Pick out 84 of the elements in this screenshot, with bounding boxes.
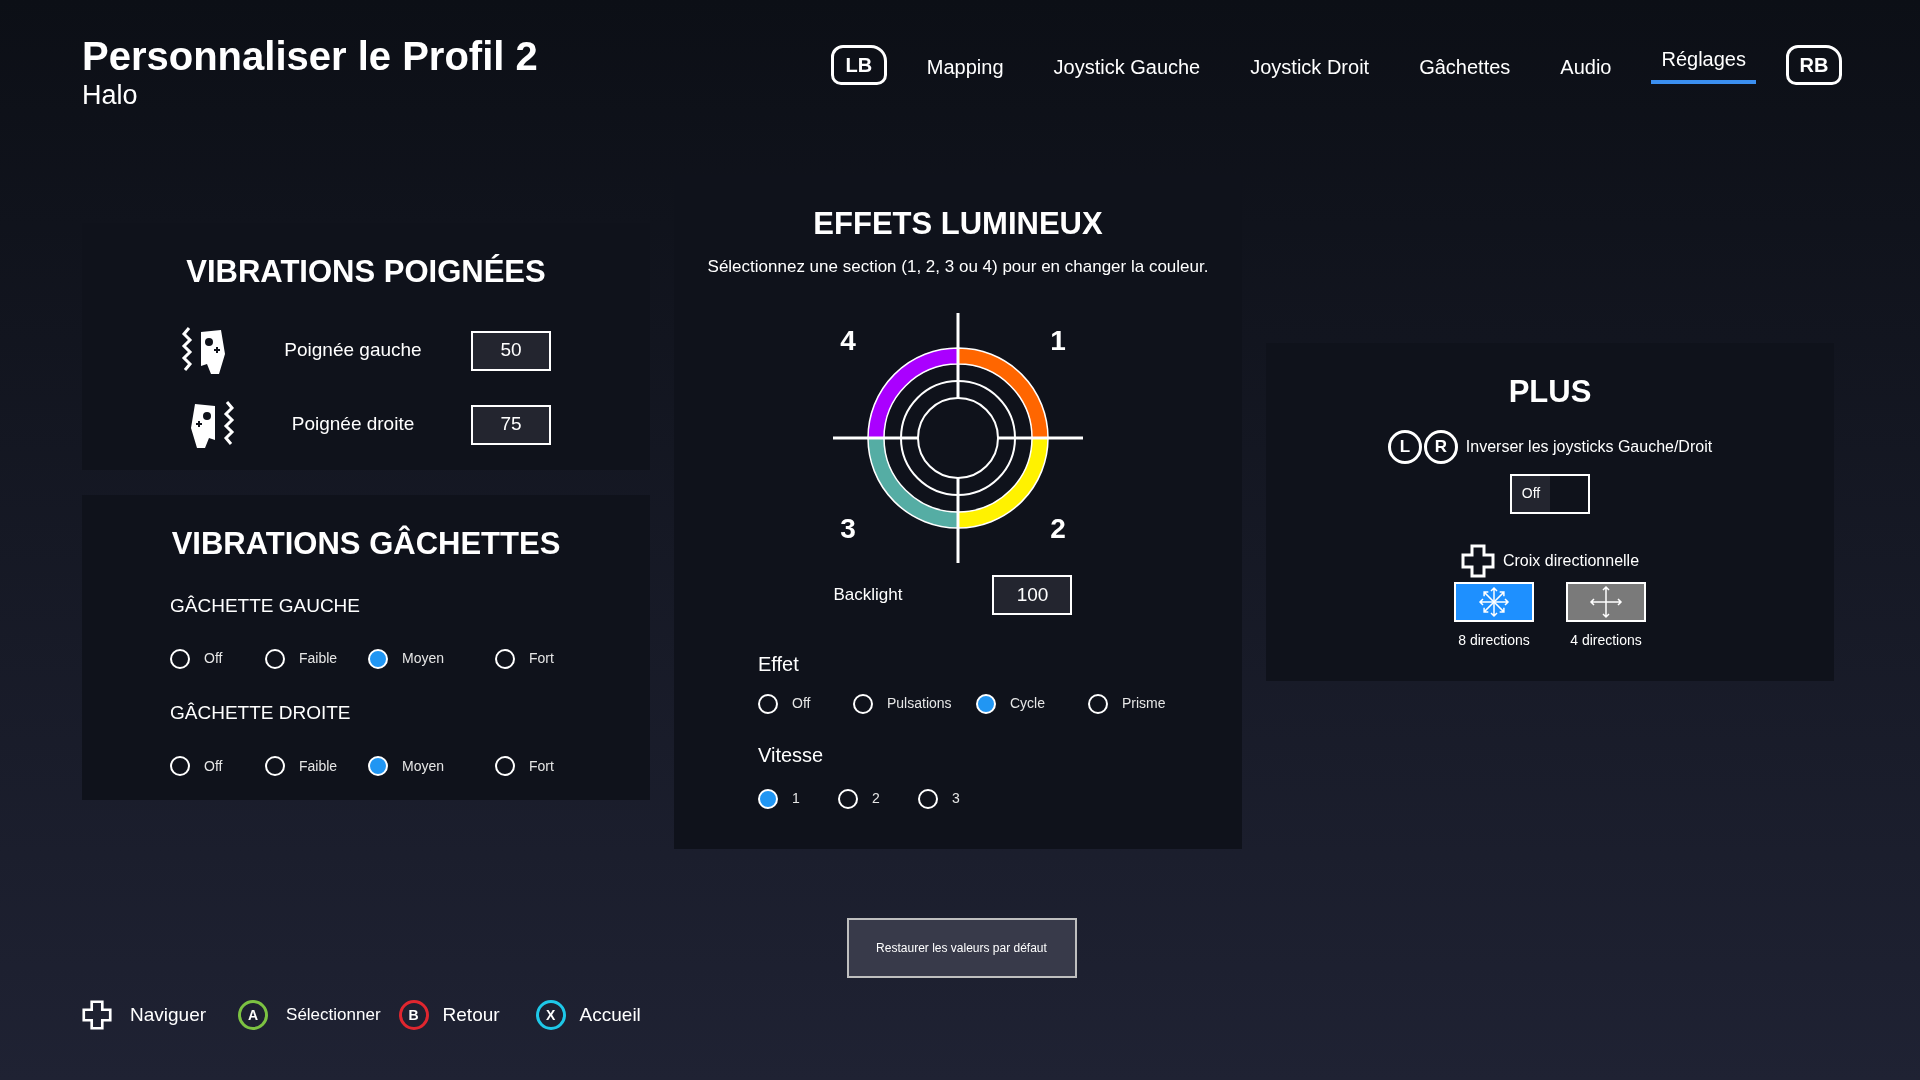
effect-label: Effet: [758, 652, 800, 677]
radio-button[interactable]: [265, 756, 285, 776]
footer-hint: Sélectionner: [286, 1004, 381, 1027]
radio-button[interactable]: [170, 648, 190, 669]
radio-button[interactable]: [495, 756, 515, 776]
toggle-switch[interactable]: Off: [1510, 473, 1590, 514]
radio-button[interactable]: [918, 788, 938, 809]
grip-value-field[interactable]: 50: [471, 330, 551, 371]
nav-tab[interactable]: Joystick Gauche: [1043, 48, 1211, 82]
bumper-icon[interactable]: LB: [830, 45, 887, 85]
panel-title: EFFETS LUMINEUX: [813, 205, 1103, 243]
light-section[interactable]: [867, 347, 959, 439]
radio-label: Off: [792, 694, 811, 713]
radio-button[interactable]: [853, 693, 873, 714]
light-section[interactable]: [957, 437, 1049, 529]
nav-tab[interactable]: Audio: [1550, 48, 1622, 82]
eight-direction-arrows-icon: [1477, 584, 1511, 619]
radio-label: Faible: [299, 649, 338, 668]
backlight-value-field[interactable]: 100: [992, 575, 1073, 615]
radio-label: Moyen: [402, 756, 445, 776]
dpad-icon: [1460, 543, 1495, 578]
section-number: 4: [840, 325, 856, 356]
panel-title: VIBRATIONS GÂCHETTES: [170, 524, 562, 563]
radio-label: Cycle: [1010, 694, 1045, 713]
footer-hint: Naviguer: [130, 1002, 207, 1027]
panel-title: PLUS: [1508, 373, 1592, 411]
light-hint: Sélectionnez une section (1, 2, 3 ou 4) pour en changer la couleur.: [707, 255, 1209, 278]
restore-defaults-button[interactable]: Restaurer les valeurs par défaut: [846, 918, 1077, 978]
grip-value-field[interactable]: 75: [471, 404, 551, 445]
radio-label: Fort: [529, 649, 554, 668]
controller-button-icon: A: [238, 1000, 269, 1030]
footer-hint: Retour: [442, 1002, 500, 1027]
speed-label: Vitesse: [758, 743, 825, 768]
dpad-mode-label: 4 directions: [1570, 630, 1642, 650]
radio-button[interactable]: [1088, 693, 1108, 714]
radio-button[interactable]: [495, 648, 515, 669]
dpad-label: Croix directionnelle: [1502, 550, 1640, 571]
section-number: 3: [840, 513, 856, 544]
radio-button[interactable]: [368, 648, 388, 669]
swap-label: Inverser les joysticks Gauche/Droit: [1465, 436, 1713, 457]
stick-button-icon: L: [1387, 429, 1422, 464]
radio-button[interactable]: [758, 693, 778, 714]
radio-label: Off: [204, 756, 223, 776]
nav-tab[interactable]: Joystick Droit: [1240, 48, 1380, 82]
dpad-icon: [82, 1000, 112, 1030]
grip-label: Poignée droite: [290, 412, 416, 437]
radio-label: 1: [792, 789, 800, 808]
radio-button[interactable]: [170, 756, 190, 776]
dpad-mode-button[interactable]: [1566, 581, 1646, 622]
section-number: 1: [1050, 325, 1066, 356]
panel-title: VIBRATIONS POIGNÉES: [186, 253, 546, 291]
nav-tab[interactable]: Réglages: [1651, 44, 1756, 84]
stick-button-icon: R: [1423, 429, 1458, 464]
footer-hint: Accueil: [579, 1002, 641, 1027]
radio-button[interactable]: [976, 693, 996, 714]
radio-button[interactable]: [265, 648, 285, 669]
radio-label: 3: [952, 789, 960, 808]
radio-label: Prisme: [1122, 694, 1166, 713]
radio-label: 2: [872, 789, 880, 808]
bumper-icon[interactable]: RB: [1786, 45, 1842, 85]
trigger-label: GÂCHETTE GAUCHE: [170, 593, 362, 618]
radio-label: Pulsations: [887, 694, 952, 713]
light-section[interactable]: [957, 347, 1049, 439]
backlight-label: Backlight: [833, 584, 903, 607]
nav-tab[interactable]: Gâchettes: [1409, 48, 1521, 82]
controller-button-icon: B: [398, 1000, 429, 1030]
page-title: Personnaliser le Profil 2: [82, 33, 538, 80]
grip-label: Poignée gauche: [283, 338, 423, 363]
radio-label: Fort: [529, 756, 554, 776]
four-direction-arrows-icon: [1589, 584, 1623, 619]
radio-button[interactable]: [838, 788, 858, 809]
section-number: 2: [1050, 513, 1066, 544]
light-section[interactable]: [867, 437, 959, 529]
trigger-label: GÂCHETTE DROITE: [170, 701, 352, 725]
controller-button-icon: X: [535, 1000, 566, 1030]
radio-label: Moyen: [402, 649, 445, 668]
radio-button[interactable]: [758, 788, 778, 809]
profile-name: Halo: [82, 80, 139, 110]
radio-label: Off: [204, 649, 223, 668]
nav-tab[interactable]: Mapping: [916, 48, 1014, 82]
dpad-mode-label: 8 directions: [1458, 630, 1530, 650]
radio-label: Faible: [299, 756, 338, 776]
dpad-mode-button[interactable]: [1454, 581, 1534, 622]
radio-button[interactable]: [368, 756, 388, 776]
